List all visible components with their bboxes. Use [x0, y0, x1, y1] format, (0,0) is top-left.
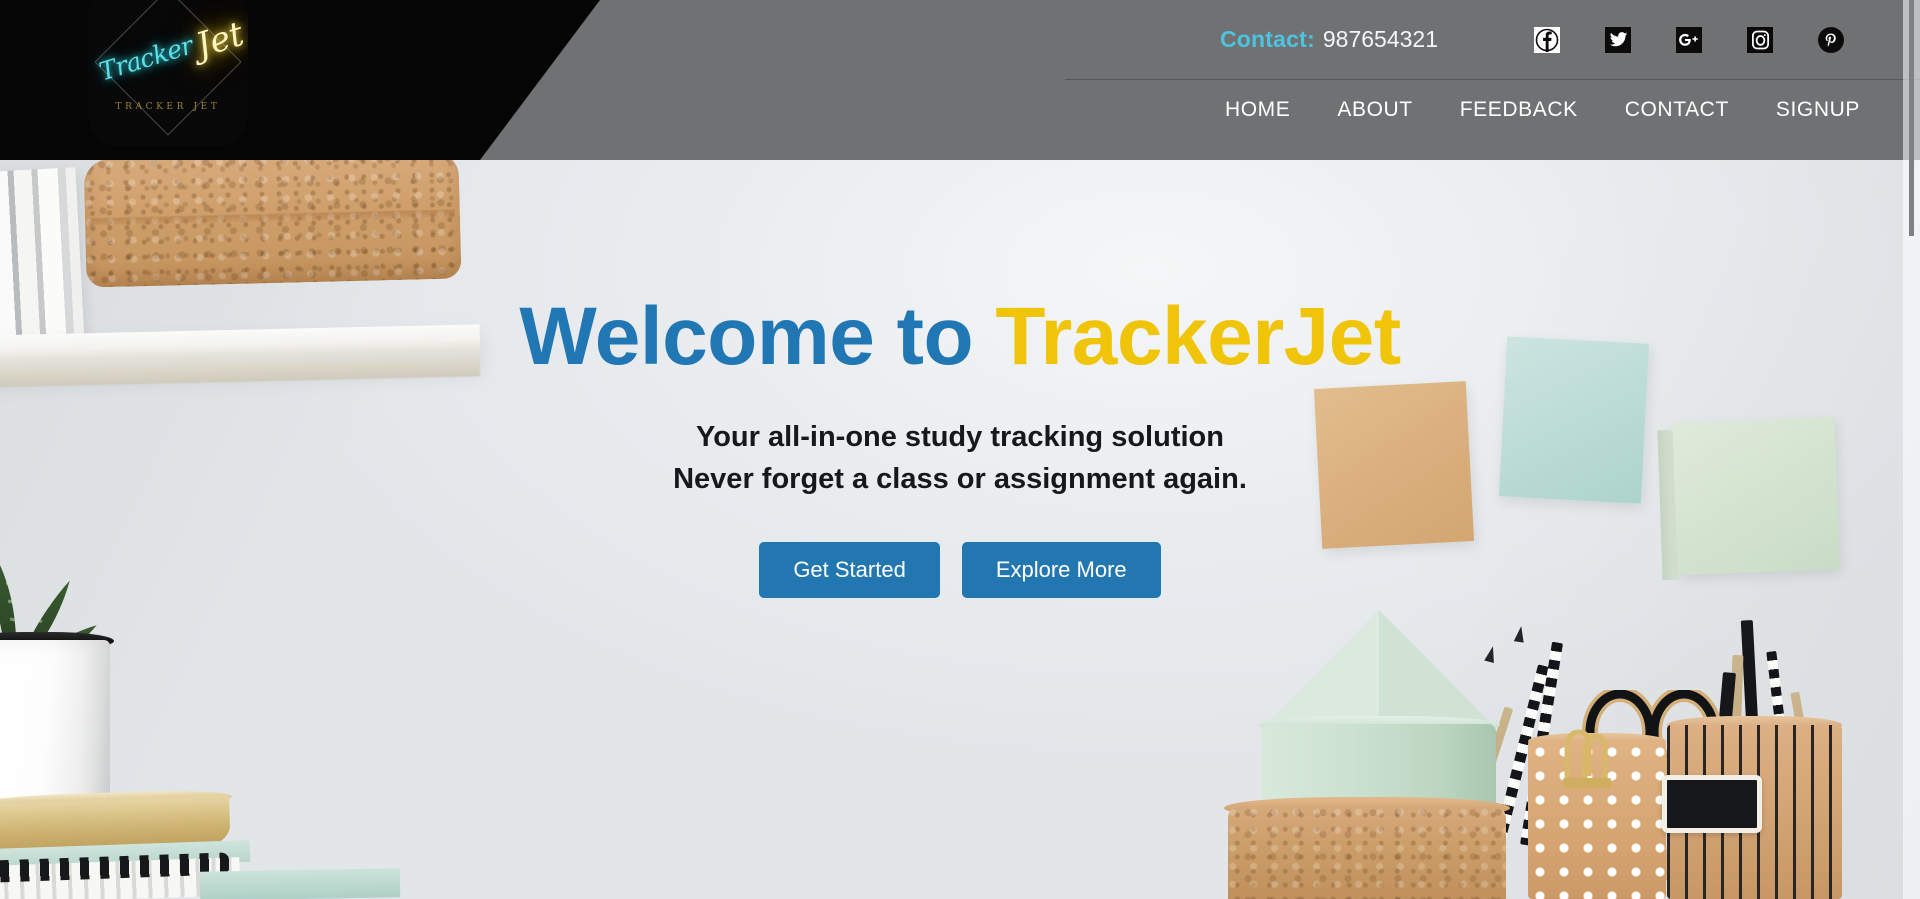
- nav-item-contact[interactable]: CONTACT: [1625, 98, 1729, 122]
- contact-info: Contact: 987654321: [1220, 26, 1438, 53]
- google-plus-glyph: [1679, 33, 1698, 46]
- social-links: [1534, 26, 1900, 53]
- hero-section: Welcome to TrackerJet Your all-in-one st…: [0, 160, 1920, 899]
- page-root: Jet Tracker TRACKER JET Contact: 9876543…: [0, 0, 1920, 899]
- hero-subtitle: Your all-in-one study tracking solution …: [673, 416, 1247, 500]
- hero-subtitle-line-2: Never forget a class or assignment again…: [673, 463, 1247, 496]
- get-started-button[interactable]: Get Started: [759, 542, 940, 599]
- page-title: Welcome to TrackerJet: [519, 296, 1401, 378]
- contact-number[interactable]: 987654321: [1323, 26, 1438, 53]
- header-divider: [1065, 79, 1920, 80]
- explore-more-button[interactable]: Explore More: [961, 542, 1161, 599]
- pinterest-icon[interactable]: [1818, 26, 1844, 53]
- contact-label: Contact:: [1220, 26, 1315, 52]
- page-scrollbar-thumb[interactable]: [1909, 0, 1914, 236]
- site-logo[interactable]: Jet Tracker TRACKER JET: [88, 0, 248, 146]
- main-navigation: HOME ABOUT FEEDBACK CONTACT SIGNUP: [1225, 98, 1860, 122]
- twitter-icon[interactable]: [1605, 26, 1631, 53]
- instagram-icon[interactable]: [1747, 26, 1773, 53]
- nav-item-home[interactable]: HOME: [1225, 98, 1290, 122]
- nav-item-feedback[interactable]: FEEDBACK: [1460, 98, 1578, 122]
- nav-item-about[interactable]: ABOUT: [1337, 98, 1412, 122]
- page-title-part-2: TrackerJet: [995, 291, 1401, 382]
- instagram-glyph: [1751, 30, 1769, 49]
- header-top-row: Contact: 987654321: [1220, 0, 1900, 79]
- twitter-glyph: [1609, 32, 1627, 47]
- hero-action-buttons: Get Started Explore More: [759, 542, 1161, 599]
- page-title-part-1: Welcome to: [519, 291, 996, 382]
- google-plus-icon[interactable]: [1676, 26, 1702, 53]
- nav-item-signup[interactable]: SIGNUP: [1776, 98, 1860, 122]
- facebook-icon[interactable]: [1534, 26, 1560, 53]
- hero-subtitle-line-1: Your all-in-one study tracking solution: [696, 421, 1224, 453]
- facebook-glyph: [1535, 28, 1559, 52]
- logo-subtitle: TRACKER JET: [115, 102, 221, 112]
- pinterest-glyph: [1825, 32, 1836, 47]
